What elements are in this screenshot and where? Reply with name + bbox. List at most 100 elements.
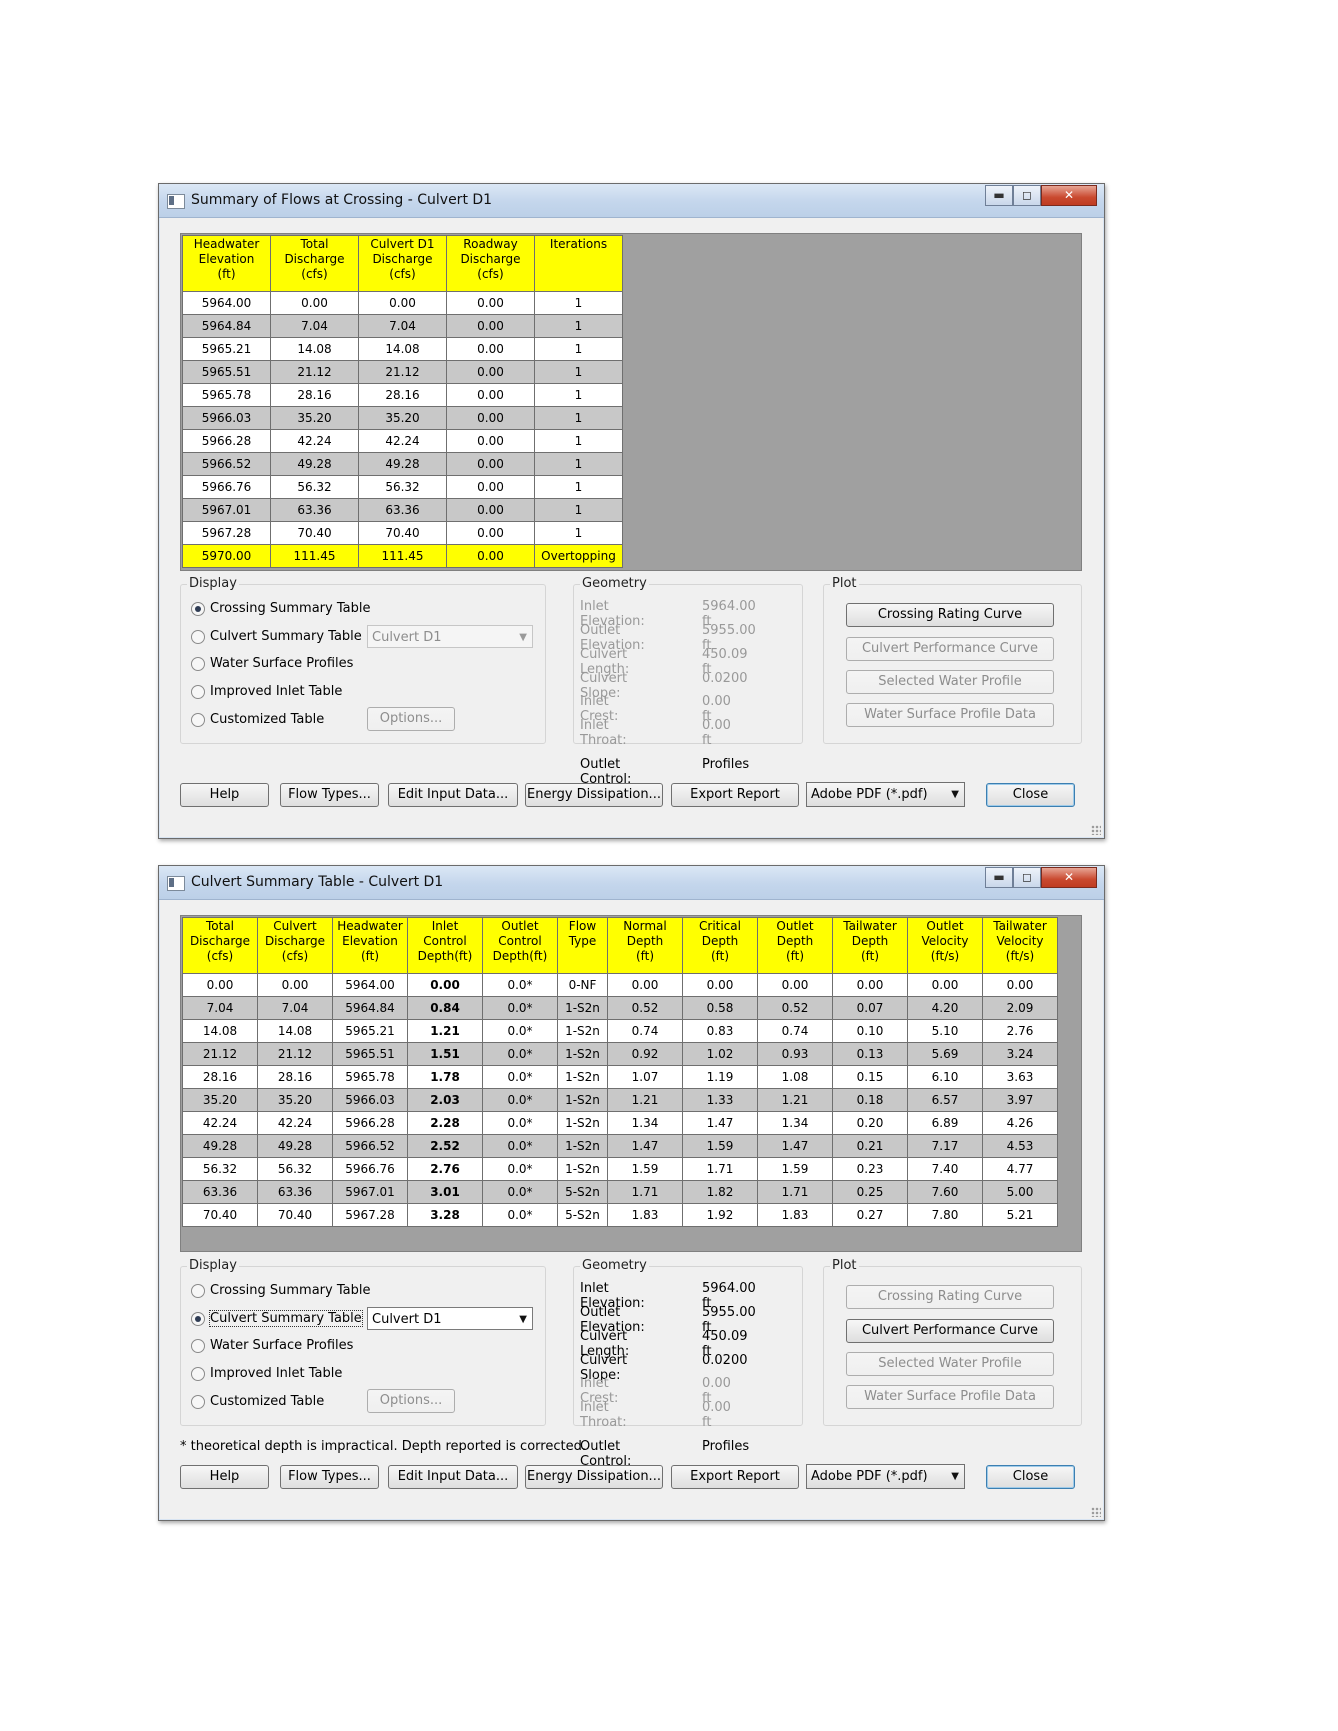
radio-button[interactable] <box>191 1338 205 1353</box>
export-format-select[interactable]: Adobe PDF (*.pdf) ▼ <box>806 782 965 807</box>
close-button[interactable]: Close <box>986 783 1075 807</box>
table-row[interactable]: 5964.84 7.04 7.04 0.00 1 <box>182 314 623 338</box>
title-bar[interactable]: Culvert Summary Table - Culvert D1 ▬ ◻ ✕ <box>159 866 1104 900</box>
column-header[interactable]: Tailwater Velocity (ft/s) <box>982 917 1058 974</box>
radio-button[interactable] <box>191 1394 205 1409</box>
culvert-performance-curve-button[interactable]: Culvert Performance Curve <box>846 637 1054 661</box>
crossing-rating-curve-button[interactable]: Crossing Rating Curve <box>846 603 1054 627</box>
radio-water-surface-profiles[interactable]: Water Surface Profiles <box>191 656 353 671</box>
water-surface-profile-data-button[interactable]: Water Surface Profile Data <box>846 703 1054 727</box>
close-button[interactable]: Close <box>986 1465 1075 1489</box>
table-cell: 1 <box>534 429 623 453</box>
radio-crossing-summary-table[interactable]: Crossing Summary Table <box>191 601 370 616</box>
culvert-select[interactable]: Culvert D1 ▼ <box>367 625 533 648</box>
column-header[interactable]: Inlet Control Depth(ft) <box>407 917 483 974</box>
table-row[interactable]: 70.40 70.40 5967.28 3.28 0.0* 5-S2n 1.83 1.92 1.… <box>182 1203 1058 1227</box>
export-report-button[interactable]: Export Report <box>671 1465 799 1489</box>
column-header[interactable]: Critical Depth (ft) <box>682 917 758 974</box>
close-icon[interactable]: ✕ <box>1041 867 1097 888</box>
table-row[interactable]: 35.20 35.20 5966.03 2.03 0.0* 1-S2n 1.21 1.33 1.… <box>182 1088 1058 1112</box>
selected-water-profile-button[interactable]: Selected Water Profile <box>846 670 1054 694</box>
selected-water-profile-button[interactable]: Selected Water Profile <box>846 1352 1054 1376</box>
radio-button[interactable] <box>191 712 205 727</box>
options-button[interactable]: Options... <box>367 1389 455 1413</box>
radio-improved-inlet-table[interactable]: Improved Inlet Table <box>191 1366 342 1381</box>
table-row[interactable]: 49.28 49.28 5966.52 2.52 0.0* 1-S2n 1.47 1.59 1.… <box>182 1134 1058 1158</box>
resize-grip-icon[interactable] <box>1091 825 1101 835</box>
close-icon[interactable]: ✕ <box>1041 185 1097 206</box>
table-row[interactable]: 5967.28 70.40 70.40 0.00 1 <box>182 521 623 545</box>
table-row[interactable]: 14.08 14.08 5965.21 1.21 0.0* 1-S2n 0.74 0.83 0.… <box>182 1019 1058 1043</box>
column-header[interactable]: Iterations <box>534 235 623 292</box>
help-button[interactable]: Help <box>180 783 269 807</box>
table-row[interactable]: 28.16 28.16 5965.78 1.78 0.0* 1-S2n 1.07 1.19 1.… <box>182 1065 1058 1089</box>
table-row[interactable]: 5967.01 63.36 63.36 0.00 1 <box>182 498 623 522</box>
table-row[interactable]: 5965.78 28.16 28.16 0.00 1 <box>182 383 623 407</box>
radio-culvert-summary-table[interactable]: Culvert Summary Table <box>191 629 362 644</box>
flow-types-button[interactable]: Flow Types... <box>280 1465 379 1489</box>
column-header[interactable]: Outlet Control Depth(ft) <box>482 917 558 974</box>
flow-types-button[interactable]: Flow Types... <box>280 783 379 807</box>
column-header[interactable]: Headwater Elevation (ft) <box>332 917 408 974</box>
table-row[interactable]: 5966.76 56.32 56.32 0.00 1 <box>182 475 623 499</box>
radio-button[interactable] <box>191 656 205 671</box>
column-header[interactable]: Flow Type <box>557 917 608 974</box>
column-header[interactable]: Total Discharge (cfs) <box>182 917 258 974</box>
table-row[interactable]: 7.04 7.04 5964.84 0.84 0.0* 1-S2n 0.52 0.58 0.52… <box>182 996 1058 1020</box>
radio-customized-table[interactable]: Customized Table <box>191 712 324 727</box>
options-button[interactable]: Options... <box>367 707 455 731</box>
column-header[interactable]: Culvert Discharge (cfs) <box>257 917 333 974</box>
table-row[interactable]: 5964.00 0.00 0.00 0.00 1 <box>182 291 623 315</box>
radio-culvert-summary-table[interactable]: Culvert Summary Table <box>191 1310 363 1327</box>
maximize-icon[interactable]: ◻ <box>1013 867 1041 888</box>
culvert-performance-curve-button[interactable]: Culvert Performance Curve <box>846 1319 1054 1343</box>
minimize-icon[interactable]: ▬ <box>985 867 1013 888</box>
energy-dissipation-button[interactable]: Energy Dissipation... <box>525 1465 663 1489</box>
edit-input-data-button[interactable]: Edit Input Data... <box>388 783 518 807</box>
radio-crossing-summary-table[interactable]: Crossing Summary Table <box>191 1283 370 1298</box>
radio-improved-inlet-table[interactable]: Improved Inlet Table <box>191 684 342 699</box>
column-header[interactable]: Normal Depth (ft) <box>607 917 683 974</box>
table-row[interactable]: 5966.03 35.20 35.20 0.00 1 <box>182 406 623 430</box>
radio-button[interactable] <box>191 1283 205 1298</box>
title-bar[interactable]: Summary of Flows at Crossing - Culvert D… <box>159 184 1104 218</box>
column-header[interactable]: Tailwater Depth (ft) <box>832 917 908 974</box>
table-row[interactable]: 5965.21 14.08 14.08 0.00 1 <box>182 337 623 361</box>
table-row[interactable]: 42.24 42.24 5966.28 2.28 0.0* 1-S2n 1.34 1.47 1.… <box>182 1111 1058 1135</box>
crossing-summary-grid[interactable]: Headwater Elevation (ft) Total Discharge (cfs… <box>180 233 1082 571</box>
radio-button[interactable] <box>191 1311 205 1326</box>
column-header[interactable]: Outlet Depth (ft) <box>757 917 833 974</box>
radio-button[interactable] <box>191 601 205 616</box>
table-row[interactable]: 21.12 21.12 5965.51 1.51 0.0* 1-S2n 0.92 1.02 0.… <box>182 1042 1058 1066</box>
radio-button[interactable] <box>191 1366 205 1381</box>
radio-customized-table[interactable]: Customized Table <box>191 1394 324 1409</box>
table-cell: 0.13 <box>832 1042 908 1066</box>
column-header[interactable]: Headwater Elevation (ft) <box>182 235 271 292</box>
table-row[interactable]: 63.36 63.36 5967.01 3.01 0.0* 5-S2n 1.71 1.82 1.… <box>182 1180 1058 1204</box>
radio-water-surface-profiles[interactable]: Water Surface Profiles <box>191 1338 353 1353</box>
radio-button[interactable] <box>191 629 205 644</box>
column-header[interactable]: Outlet Velocity (ft/s) <box>907 917 983 974</box>
table-row[interactable]: 0.00 0.00 5964.00 0.00 0.0* 0-NF 0.00 0.00 0.00 0… <box>182 973 1058 997</box>
table-row[interactable]: 56.32 56.32 5966.76 2.76 0.0* 1-S2n 1.59 1.71 1.… <box>182 1157 1058 1181</box>
crossing-rating-curve-button[interactable]: Crossing Rating Curve <box>846 1285 1054 1309</box>
culvert-summary-grid[interactable]: Total Discharge (cfs) Culvert Discharge (cfs)… <box>180 915 1082 1252</box>
export-format-select[interactable]: Adobe PDF (*.pdf) ▼ <box>806 1464 965 1489</box>
column-header[interactable]: Total Discharge (cfs) <box>270 235 359 292</box>
water-surface-profile-data-button[interactable]: Water Surface Profile Data <box>846 1385 1054 1409</box>
radio-button[interactable] <box>191 684 205 699</box>
help-button[interactable]: Help <box>180 1465 269 1489</box>
export-report-button[interactable]: Export Report <box>671 783 799 807</box>
maximize-icon[interactable]: ◻ <box>1013 185 1041 206</box>
column-header[interactable]: Culvert D1 Discharge (cfs) <box>358 235 447 292</box>
column-header[interactable]: Roadway Discharge (cfs) <box>446 235 535 292</box>
table-row[interactable]: 5965.51 21.12 21.12 0.00 1 <box>182 360 623 384</box>
table-row[interactable]: 5966.52 49.28 49.28 0.00 1 <box>182 452 623 476</box>
minimize-icon[interactable]: ▬ <box>985 185 1013 206</box>
energy-dissipation-button[interactable]: Energy Dissipation... <box>525 783 663 807</box>
culvert-select[interactable]: Culvert D1 ▼ <box>367 1307 533 1330</box>
resize-grip-icon[interactable] <box>1091 1507 1101 1517</box>
table-row[interactable]: 5966.28 42.24 42.24 0.00 1 <box>182 429 623 453</box>
edit-input-data-button[interactable]: Edit Input Data... <box>388 1465 518 1489</box>
table-row[interactable]: 5970.00 111.45 111.45 0.00 Overtopping <box>182 544 623 568</box>
